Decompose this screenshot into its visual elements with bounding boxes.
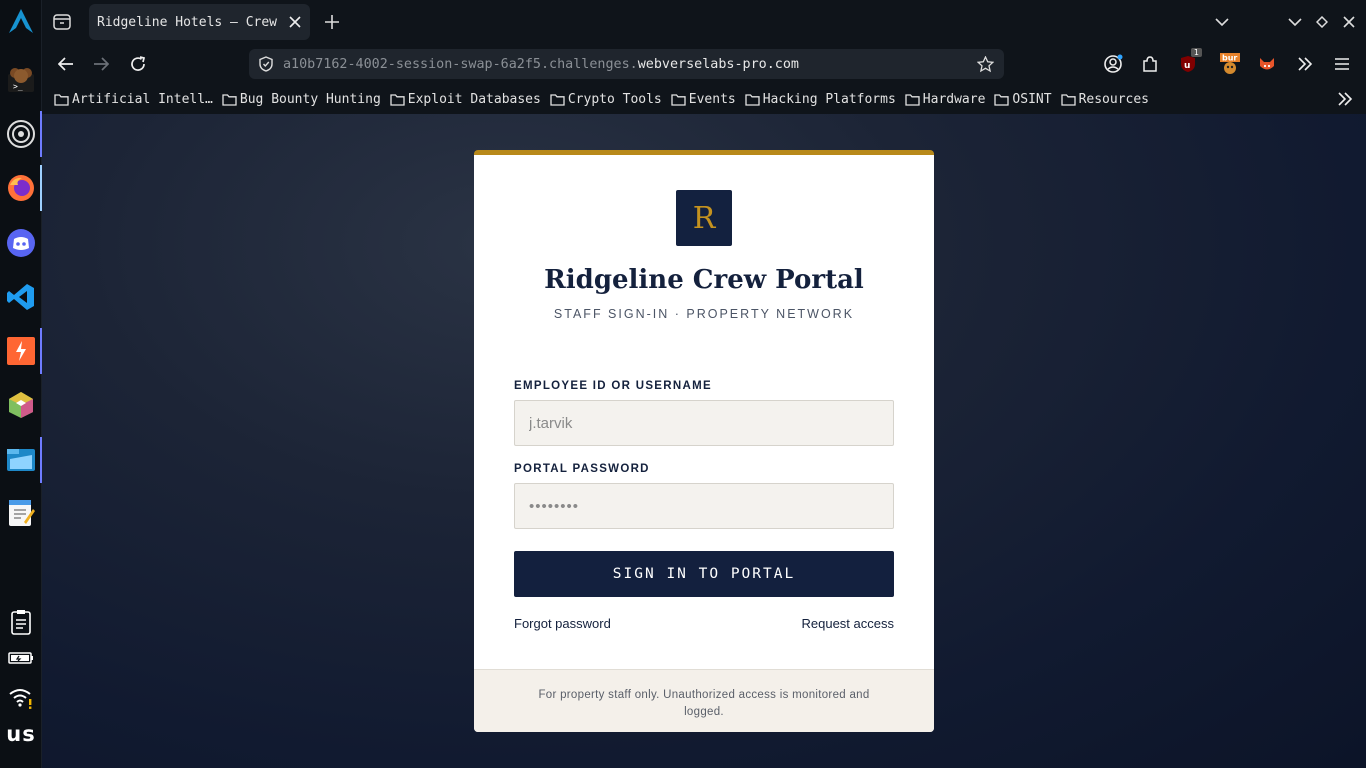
bookmark-folder-label: Events — [688, 91, 736, 107]
list-tabs-chevron-down-icon[interactable] — [1212, 12, 1232, 32]
username-label: EMPLOYEE ID OR USERNAME — [514, 380, 712, 392]
ublock-extension-icon[interactable]: u 1 — [1176, 48, 1202, 76]
bookmark-folder[interactable]: Bug Bounty Hunting — [222, 92, 381, 107]
bookmark-folder[interactable]: Crypto Tools — [550, 92, 662, 107]
minimize-window-icon[interactable] — [1285, 12, 1305, 32]
bookmarks-list: Artificial Intell… Bug Bounty Hunting Expl… — [42, 92, 1158, 107]
bookmark-folder-label: Artificial Intell… — [72, 91, 213, 107]
bookmark-folder-label: Crypto Tools — [567, 91, 662, 107]
burp-app-icon[interactable] — [4, 328, 42, 374]
battery-icon[interactable] — [0, 651, 42, 665]
access-notice: For property staff only. Unauthorized ac… — [474, 669, 934, 732]
burp-extension-icon[interactable]: bur — [1218, 51, 1242, 77]
page-subtitle: STAFF SIGN-IN · PROPERTY NETWORK — [553, 307, 855, 321]
login-card: R Ridgeline Crew Portal STAFF SIGN-IN · … — [474, 150, 934, 732]
portal-logo: R — [676, 190, 732, 246]
tab-bar: Ridgeline Hotels — Crew — [42, 0, 1366, 44]
cube-app-icon[interactable] — [4, 388, 38, 422]
folder-icon — [222, 93, 237, 106]
username-input[interactable] — [514, 400, 894, 446]
url-host: webverselabs-pro.com — [637, 56, 799, 72]
folder-icon — [550, 93, 565, 106]
tab-overview-icon[interactable] — [52, 12, 72, 32]
bookmark-folder[interactable]: Exploit Databases — [390, 92, 541, 107]
tab-title: Ridgeline Hotels — Crew — [97, 14, 278, 30]
svg-text:u: u — [1184, 61, 1190, 71]
extension-badge-count: 1 — [1190, 48, 1202, 57]
close-window-icon[interactable] — [1339, 12, 1359, 32]
bookmark-folder[interactable]: Resources — [1060, 91, 1150, 107]
keyboard-layout-indicator[interactable]: us — [0, 722, 42, 746]
file-manager-app-icon[interactable] — [4, 437, 42, 483]
bookmark-folder-label: Bug Bounty Hunting — [239, 91, 381, 107]
more-bookmarks-chevrons-icon[interactable] — [1336, 91, 1354, 107]
folder-icon — [745, 93, 760, 106]
back-arrow-icon[interactable] — [56, 54, 76, 74]
maximize-window-icon[interactable] — [1312, 12, 1332, 32]
folder-icon — [54, 93, 69, 106]
access-notice-text: For property staff only. Unauthorized ac… — [538, 688, 870, 718]
folder-icon — [390, 93, 405, 106]
text-editor-app-icon[interactable] — [4, 496, 38, 530]
account-icon[interactable] — [1103, 54, 1123, 74]
discord-app-icon[interactable] — [4, 226, 38, 260]
request-access-link[interactable]: Request access — [802, 616, 895, 631]
folder-icon — [905, 93, 920, 106]
folder-icon — [1060, 93, 1076, 106]
svg-text:>_: >_ — [13, 82, 23, 91]
password-input[interactable] — [514, 483, 894, 529]
bookmarks-bar: Artificial Intell… Bug Bounty Hunting Expl… — [42, 84, 1366, 114]
bookmark-folder-label: Hardware — [922, 91, 986, 107]
bookmark-folder[interactable]: Hacking Platforms — [745, 92, 896, 107]
app-dock: >_ us — [0, 0, 42, 768]
svg-text:bur: bur — [1222, 54, 1237, 63]
bookmark-folder-label: Hacking Platforms — [762, 91, 896, 107]
folder-icon — [671, 93, 686, 106]
vscode-app-icon[interactable] — [4, 280, 38, 314]
bookmark-folder[interactable]: Events — [671, 92, 736, 107]
tab-active[interactable]: Ridgeline Hotels — Crew — [89, 4, 310, 40]
foxy-extension-icon[interactable] — [1257, 54, 1277, 74]
forward-arrow-icon — [91, 54, 111, 74]
terminal-app-icon[interactable]: >_ — [4, 62, 38, 96]
extensions-puzzle-icon[interactable] — [1140, 54, 1160, 74]
reload-icon[interactable] — [128, 54, 148, 74]
navigation-bar: a10b7162-4002-session-swap-6a2f5.challen… — [42, 44, 1366, 84]
wifi-warning-icon[interactable] — [0, 686, 42, 710]
bookmark-folder[interactable]: Hardware — [905, 91, 986, 107]
password-label: PORTAL PASSWORD — [514, 463, 650, 475]
site-security-shield-icon[interactable] — [258, 56, 274, 72]
bookmark-folder-label: Resources — [1078, 91, 1150, 107]
sign-in-button[interactable]: SIGN IN TO PORTAL — [514, 551, 894, 597]
forgot-password-link[interactable]: Forgot password — [514, 616, 611, 631]
bookmark-folder[interactable]: Artificial Intell… — [54, 92, 213, 107]
firefox-app-icon[interactable] — [4, 165, 42, 211]
bookmark-folder[interactable]: OSINT — [994, 91, 1052, 107]
bookmark-folder-label: OSINT — [1012, 91, 1052, 107]
new-tab-icon[interactable] — [322, 12, 342, 32]
folder-icon — [994, 93, 1010, 106]
url-prefix: a10b7162-4002-session-swap-6a2f5.challen… — [283, 56, 638, 72]
more-tools-chevrons-icon[interactable] — [1295, 54, 1315, 74]
page-background: R Ridgeline Crew Portal STAFF SIGN-IN · … — [42, 114, 1366, 768]
url-text: a10b7162-4002-session-swap-6a2f5.challen… — [283, 57, 799, 72]
close-tab-icon[interactable] — [287, 14, 303, 30]
hamburger-menu-icon[interactable] — [1332, 54, 1352, 74]
target-app-icon[interactable] — [4, 111, 42, 157]
page-title: Ridgeline Crew Portal — [544, 265, 864, 295]
bookmark-star-icon[interactable] — [976, 55, 994, 73]
address-bar[interactable]: a10b7162-4002-session-swap-6a2f5.challen… — [249, 49, 1004, 79]
clipboard-icon[interactable] — [0, 609, 42, 635]
arch-logo-icon[interactable] — [4, 4, 38, 38]
bookmark-folder-label: Exploit Databases — [407, 91, 541, 107]
